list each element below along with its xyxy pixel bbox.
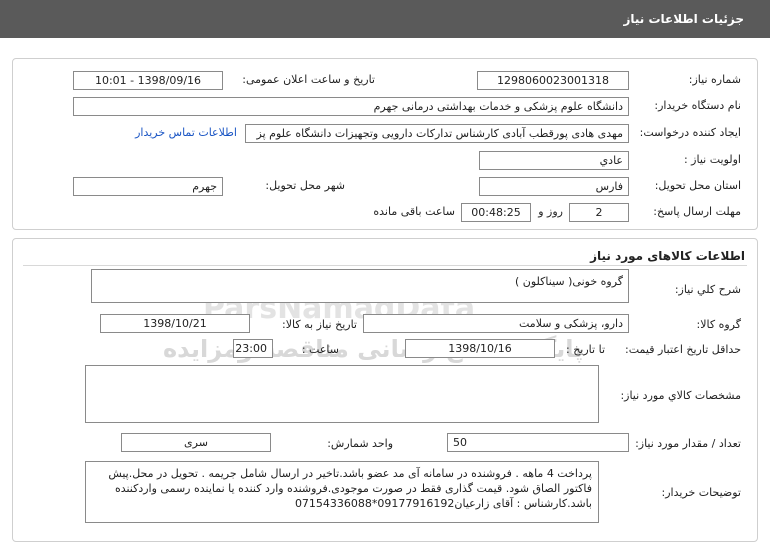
until-date-field[interactable]: 1398/10/16	[405, 339, 555, 358]
group-label: گروه کالا:	[696, 318, 741, 331]
days-text: روز و	[538, 205, 563, 218]
notes-label: توضیحات خریدار:	[661, 486, 742, 499]
creator-label: ایجاد کننده درخواست:	[639, 126, 741, 139]
buyer-field[interactable]: دانشگاه علوم پزشکی و خدمات بهداشتی درمان…	[73, 97, 629, 116]
province-field[interactable]: فارس	[479, 177, 629, 196]
announce-date-field[interactable]: 1398/09/16 - 10:01	[73, 71, 223, 90]
city-label: شهر محل تحویل:	[265, 179, 345, 192]
time-label: ساعت :	[301, 343, 339, 356]
goods-section-title: اطلاعات کالاهای مورد نیاز	[590, 249, 745, 263]
group-field[interactable]: دارو، پزشکی و سلامت	[363, 314, 629, 333]
deadline-label: مهلت ارسال پاسخ:	[653, 205, 741, 218]
page-header: جزئیات اطلاعات نیاز	[0, 0, 770, 38]
province-label: استان محل تحویل:	[654, 179, 741, 192]
qty-label: تعداد / مقدار مورد نیاز:	[635, 437, 741, 450]
need-date-field[interactable]: 1398/10/21	[100, 314, 250, 333]
need-date-label: تاریخ نیاز به کالا:	[282, 318, 357, 331]
qty-field[interactable]: 50	[447, 433, 629, 452]
until-date-label: تا تاریخ :	[566, 343, 605, 356]
unit-label: واحد شمارش:	[327, 437, 393, 450]
deadline-time-field[interactable]: 00:48:25	[461, 203, 531, 222]
city-field[interactable]: جهرم	[73, 177, 223, 196]
time-field[interactable]: 23:00	[233, 339, 273, 358]
notes-field[interactable]: پرداخت 4 ماهه . فروشنده در سامانه آی مد …	[85, 461, 599, 523]
section-divider	[23, 265, 747, 266]
priority-label: اولویت نیاز :	[683, 153, 741, 166]
buyer-contact-link[interactable]: اطلاعات تماس خریدار	[135, 126, 237, 139]
remaining-text: ساعت باقی مانده	[373, 205, 455, 218]
need-info-panel: شماره نیاز: 1298060023001318 تاریخ و ساع…	[12, 58, 758, 230]
creator-field[interactable]: مهدی هادی پورقطب آبادی کارشناس تدارکات د…	[245, 124, 629, 143]
need-number-field[interactable]: 1298060023001318	[477, 71, 629, 90]
priority-field[interactable]: عادي	[479, 151, 629, 170]
announce-label: تاریخ و ساعت اعلان عمومی:	[242, 73, 375, 86]
buyer-label: نام دستگاه خریدار:	[654, 99, 741, 112]
specs-label: مشخصات کالاي مورد نیاز:	[620, 389, 741, 402]
goods-info-panel: اطلاعات کالاهای مورد نیاز ParsNamadData …	[12, 238, 758, 542]
need-number-label: شماره نیاز:	[688, 73, 741, 86]
desc-label: شرح کلي نیاز:	[674, 283, 741, 296]
unit-field[interactable]: سری	[121, 433, 271, 452]
page-title: جزئیات اطلاعات نیاز	[623, 12, 744, 26]
specs-field[interactable]	[85, 365, 599, 423]
deadline-days-field[interactable]: 2	[569, 203, 629, 222]
desc-field[interactable]: گروه خونی( سیناکلون )	[91, 269, 629, 303]
min-price-date-label: حداقل تاریخ اعتبار قیمت:	[625, 343, 741, 356]
